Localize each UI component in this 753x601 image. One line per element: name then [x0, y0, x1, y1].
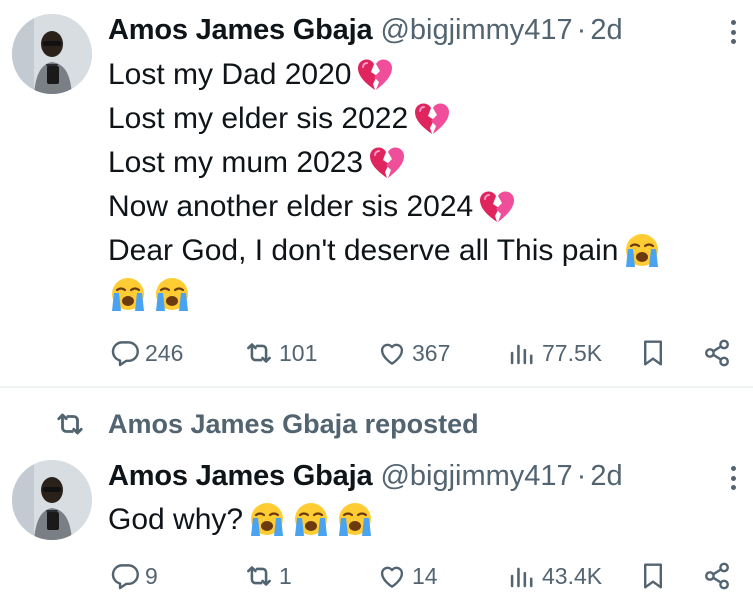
repost-icon — [57, 413, 83, 435]
broken-heart-icon — [355, 55, 395, 95]
views-button[interactable]: 43.4K — [505, 558, 602, 594]
share-button[interactable] — [700, 335, 734, 371]
repost-context[interactable]: Amos James Gbaja reposted — [52, 406, 479, 442]
share-button[interactable] — [700, 558, 734, 594]
tweet-line: Lost my mum 2023 — [108, 141, 662, 185]
tweet-line: Dear God, I don't deserve all This pain — [108, 229, 662, 273]
heart-icon — [375, 559, 409, 593]
repost-icon — [242, 336, 276, 370]
tweet-line: God why? — [108, 498, 375, 542]
tweet[interactable]: Amos James Gbaja reposted Amos James Gba… — [0, 388, 753, 601]
crying-face-icon — [291, 500, 331, 540]
reply-icon — [108, 336, 142, 370]
like-button[interactable]: 14 — [375, 558, 438, 594]
reply-button[interactable]: 246 — [108, 335, 183, 371]
repost-button[interactable]: 1 — [242, 558, 292, 594]
timestamp[interactable]: 2d — [590, 14, 622, 46]
tweet-line-text: Now another elder sis 2024 — [108, 190, 474, 223]
like-count: 367 — [412, 339, 451, 366]
tweet-text: God why? — [108, 498, 375, 542]
bookmark-icon — [636, 559, 670, 593]
author-handle[interactable]: @bigjimmy417 — [380, 14, 572, 46]
view-count: 43.4K — [542, 562, 603, 589]
repost-count: 1 — [279, 562, 292, 589]
action-bar: 246 101 367 77.5K — [0, 335, 753, 371]
separator-dot: · — [576, 14, 587, 46]
broken-heart-icon — [477, 187, 517, 227]
timestamp[interactable]: 2d — [590, 460, 622, 492]
like-button[interactable]: 367 — [375, 335, 450, 371]
more-options-icon[interactable] — [727, 17, 739, 47]
more-options-icon[interactable] — [727, 463, 739, 493]
broken-heart-icon — [367, 143, 407, 183]
tweet-line: Now another elder sis 2024 — [108, 185, 662, 229]
tweet-line: Lost my elder sis 2022 — [108, 97, 662, 141]
author-handle[interactable]: @bigjimmy417 — [380, 460, 572, 492]
crying-face-icon — [247, 500, 287, 540]
avatar[interactable] — [12, 460, 92, 540]
reply-count: 246 — [145, 339, 184, 366]
share-icon — [700, 559, 734, 593]
bookmark-button[interactable] — [636, 558, 670, 594]
tweet-line-text: Lost my mum 2023 — [108, 146, 364, 179]
tweet[interactable]: Amos James Gbaja @bigjimmy417 · 2d Lost my… — [0, 0, 753, 388]
broken-heart-icon — [412, 99, 452, 139]
tweet-line-text: Dear God, I don't deserve all This pain — [108, 234, 619, 267]
tweet-line — [108, 273, 662, 317]
reply-count: 9 — [145, 562, 158, 589]
avatar[interactable] — [12, 14, 92, 94]
repost-button[interactable]: 101 — [242, 335, 317, 371]
share-icon — [700, 336, 734, 370]
crying-face-icon — [622, 231, 662, 271]
crying-face-icon — [152, 275, 192, 315]
crying-face-icon — [335, 500, 375, 540]
reply-button[interactable]: 9 — [108, 558, 158, 594]
views-icon — [505, 336, 539, 370]
repost-icon — [242, 559, 276, 593]
repost-label-text: Amos James Gbaja reposted — [108, 408, 479, 439]
crying-face-icon — [108, 275, 148, 315]
tweet-line-text: God why? — [108, 503, 244, 536]
author-name[interactable]: Amos James Gbaja — [108, 460, 373, 492]
bookmark-button[interactable] — [636, 335, 670, 371]
views-button[interactable]: 77.5K — [505, 335, 602, 371]
tweet-line: Lost my Dad 2020 — [108, 53, 662, 97]
tweet-line-text: Lost my elder sis 2022 — [108, 102, 409, 135]
author-name[interactable]: Amos James Gbaja — [108, 14, 373, 46]
tweet-line-text: Lost my Dad 2020 — [108, 58, 352, 91]
like-count: 14 — [412, 562, 438, 589]
action-bar: 9 1 14 43.4K — [0, 558, 753, 594]
separator-dot: · — [576, 460, 587, 492]
repost-count: 101 — [279, 339, 318, 366]
views-icon — [505, 559, 539, 593]
tweet-text: Lost my Dad 2020 Lost my elder sis 2022 … — [108, 53, 662, 317]
tweet-header: Amos James Gbaja @bigjimmy417 · 2d — [108, 458, 623, 494]
reply-icon — [108, 559, 142, 593]
heart-icon — [375, 336, 409, 370]
tweet-header: Amos James Gbaja @bigjimmy417 · 2d — [108, 12, 623, 48]
bookmark-icon — [636, 336, 670, 370]
view-count: 77.5K — [542, 339, 603, 366]
